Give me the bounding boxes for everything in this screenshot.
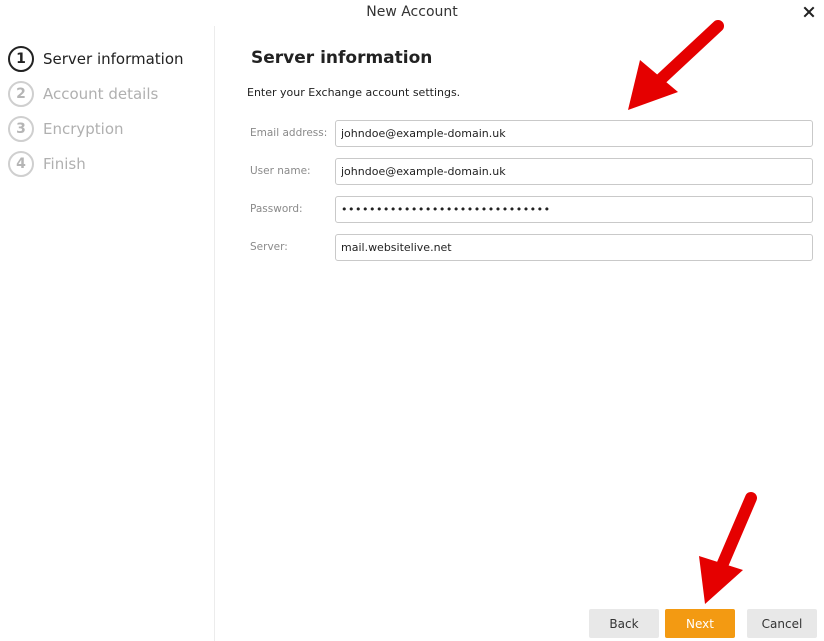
username-row: User name: xyxy=(249,158,813,185)
annotation-arrow-icon xyxy=(699,492,757,604)
step-encryption: 3 Encryption xyxy=(8,115,124,143)
password-field[interactable] xyxy=(335,196,813,223)
username-label: User name: xyxy=(250,165,311,177)
cancel-button[interactable]: Cancel xyxy=(747,609,817,638)
email-row: Email address: xyxy=(249,120,813,147)
instructions-text: Enter your Exchange account settings. xyxy=(247,86,461,99)
server-label: Server: xyxy=(250,241,288,253)
password-row: Password: xyxy=(249,196,813,223)
step-server-information: 1 Server information xyxy=(8,45,184,73)
password-label: Password: xyxy=(250,203,303,215)
email-label: Email address: xyxy=(250,127,328,139)
username-field[interactable] xyxy=(335,158,813,185)
back-button[interactable]: Back xyxy=(589,609,659,638)
server-row: Server: xyxy=(249,234,813,261)
wizard-steps: 1 Server information 2 Account details 3… xyxy=(0,26,215,641)
next-button[interactable]: Next xyxy=(665,609,735,638)
close-button[interactable] xyxy=(798,1,820,23)
email-field[interactable] xyxy=(335,120,813,147)
step-finish: 4 Finish xyxy=(8,150,86,178)
step-number: 4 xyxy=(8,151,34,177)
step-number: 2 xyxy=(8,81,34,107)
annotation-arrow-icon xyxy=(628,20,724,110)
window-title: New Account xyxy=(366,4,458,20)
step-label: Finish xyxy=(43,155,86,173)
page-title: Server information xyxy=(251,48,433,68)
server-field[interactable] xyxy=(335,234,813,261)
step-label: Server information xyxy=(43,50,184,68)
step-account-details: 2 Account details xyxy=(8,80,158,108)
step-number: 1 xyxy=(8,46,34,72)
step-label: Account details xyxy=(43,85,159,103)
step-label: Encryption xyxy=(43,120,124,138)
close-icon xyxy=(803,6,815,18)
title-bar: New Account xyxy=(0,0,824,26)
step-number: 3 xyxy=(8,116,34,142)
